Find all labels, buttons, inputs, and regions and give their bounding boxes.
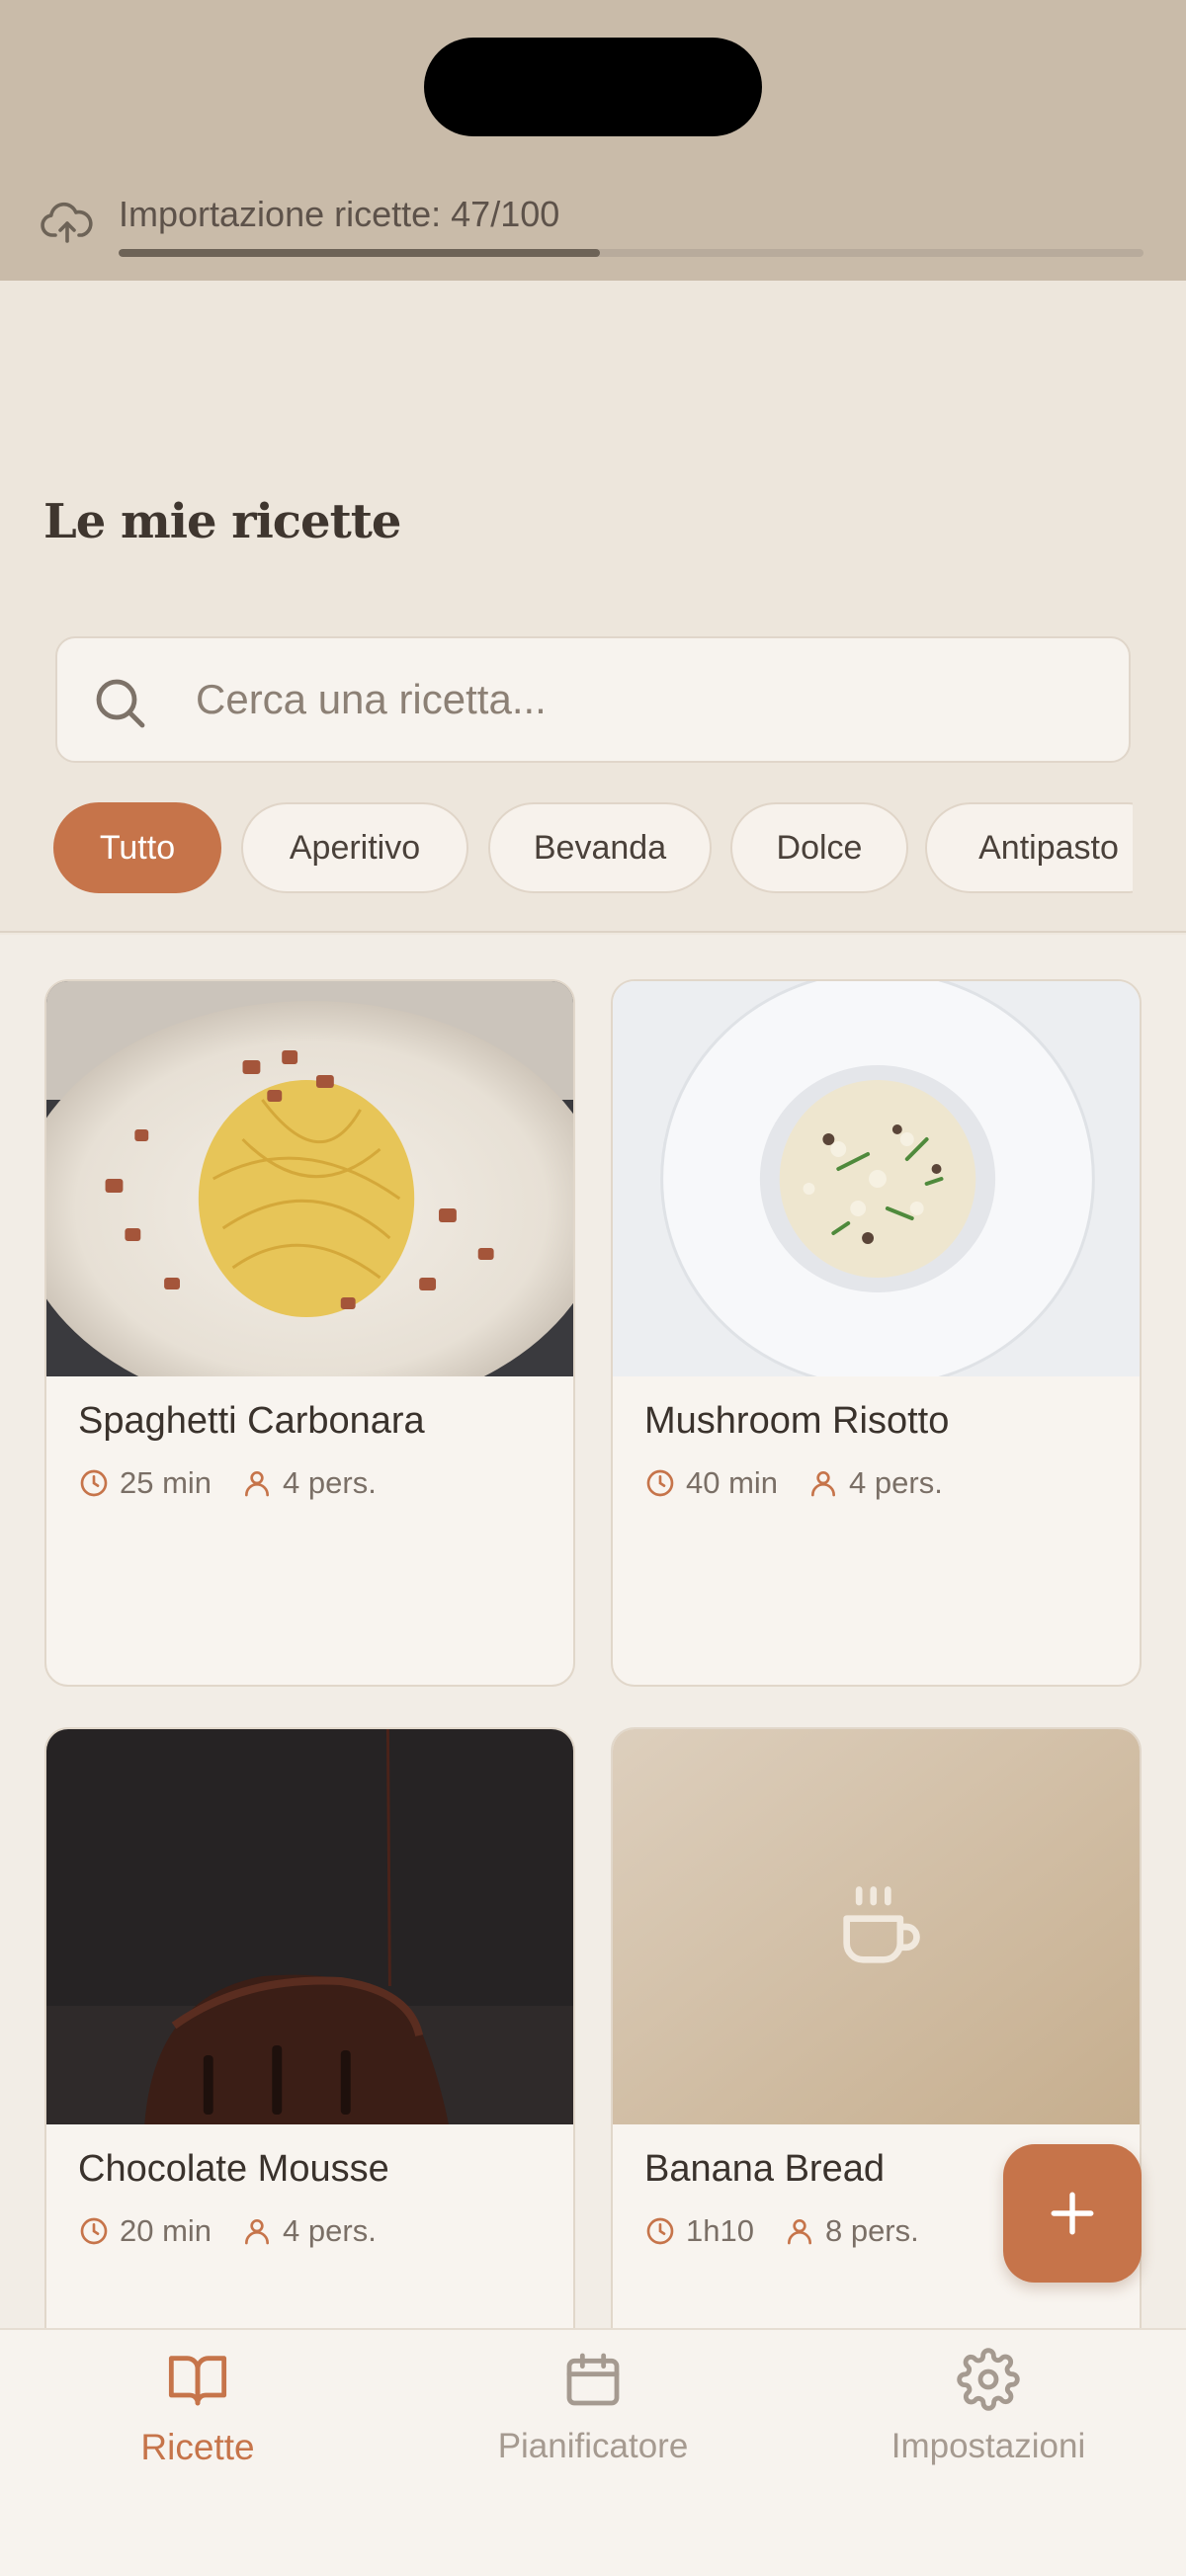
cloud-upload-icon (41, 202, 93, 243)
recipe-meta: 20 min 4 pers. (78, 2211, 377, 2251)
clock-icon (80, 1469, 108, 1497)
recipe-card-spaghetti-carbonara[interactable]: Spaghetti Carbonara 25 min 4 pers. (44, 979, 575, 1687)
filter-chip-dolce[interactable]: Dolce (730, 802, 908, 893)
clock-icon (646, 1469, 674, 1497)
book-open-icon (168, 2356, 227, 2406)
recipe-time: 20 min (120, 2213, 212, 2248)
recipe-title: Chocolate Mousse (78, 2148, 389, 2190)
recipe-time: 25 min (120, 1465, 212, 1500)
filter-chip-tutto[interactable]: Tutto (53, 802, 221, 893)
recipe-meta: 25 min 4 pers. (78, 1463, 377, 1503)
filter-chip-antipasto[interactable]: Antipasto (925, 802, 1133, 893)
bottom-navigation: Ricette Pianificatore Impostazioni (0, 2328, 1186, 2576)
page-title: Le mie ricette (43, 494, 401, 549)
clock-icon (646, 2217, 674, 2245)
import-banner: Importazione ricette: 47/100 (0, 0, 1186, 281)
search-icon (96, 679, 145, 728)
filter-chip-bevanda[interactable]: Bevanda (488, 802, 712, 893)
plus-icon (1051, 2192, 1094, 2235)
add-recipe-button[interactable] (1003, 2144, 1142, 2283)
nav-item-pianificatore[interactable]: Pianificatore (395, 2330, 791, 2508)
nav-label: Impostazioni (890, 2427, 1086, 2465)
gear-icon (957, 2348, 1020, 2411)
coffee-cup-icon (843, 1886, 920, 1963)
recipe-servings: 4 pers. (849, 1465, 943, 1500)
person-icon (787, 2219, 811, 2245)
recipe-photo (46, 981, 573, 1376)
calendar-icon (566, 2353, 620, 2406)
nav-label: Ricette (140, 2427, 255, 2467)
recipe-photo (613, 981, 1140, 1376)
recipe-servings: 4 pers. (283, 2213, 377, 2248)
filter-chip-aperitivo[interactable]: Aperitivo (241, 802, 468, 893)
category-filters: Tutto Aperitivo Bevanda Dolce Antipasto (53, 802, 1133, 897)
person-icon (811, 1471, 836, 1497)
search-input[interactable] (196, 638, 1085, 761)
import-progress-bar (119, 249, 1144, 257)
nav-item-ricette[interactable]: Ricette (0, 2330, 395, 2508)
search-bar[interactable] (55, 636, 1131, 763)
dynamic-island (424, 38, 762, 136)
clock-icon (80, 2217, 108, 2245)
nav-label: Pianificatore (497, 2427, 689, 2465)
recipe-time: 40 min (686, 1465, 779, 1500)
recipe-title: Spaghetti Carbonara (78, 1400, 425, 1442)
recipe-title: Banana Bread (644, 2148, 885, 2190)
recipe-servings: 4 pers. (283, 1465, 377, 1500)
import-progress-label: Importazione ricette: 47/100 (119, 194, 560, 234)
recipe-meta: 40 min 4 pers. (644, 1463, 943, 1503)
recipe-meta: 1h10 8 pers. (644, 2211, 919, 2251)
recipe-time: 1h10 (686, 2213, 754, 2248)
import-progress-fill (119, 249, 601, 257)
person-icon (245, 1471, 270, 1497)
recipe-card-mushroom-risotto[interactable]: Mushroom Risotto 40 min 4 pers. (611, 979, 1142, 1687)
person-icon (245, 2219, 270, 2245)
nav-item-impostazioni[interactable]: Impostazioni (791, 2330, 1186, 2508)
recipe-photo (46, 1729, 573, 2124)
recipe-servings: 8 pers. (824, 2213, 919, 2248)
recipe-title: Mushroom Risotto (644, 1400, 950, 1442)
